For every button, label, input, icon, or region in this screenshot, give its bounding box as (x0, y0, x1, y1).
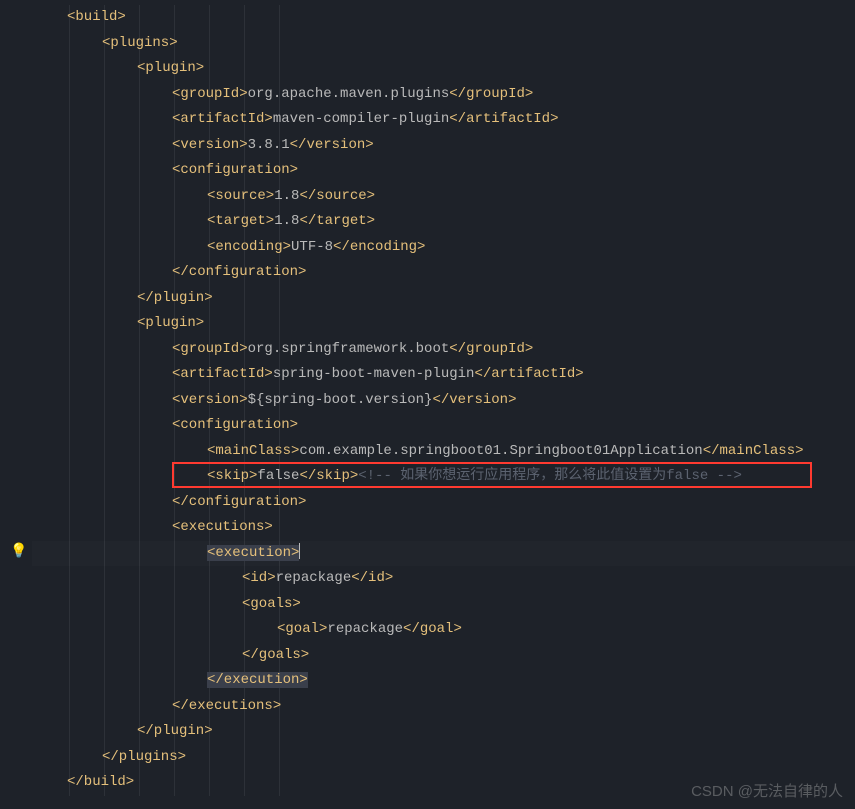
xml-tag: </mainClass> (703, 443, 804, 459)
xml-tag: <build> (67, 9, 126, 25)
xml-tag: </version> (432, 392, 516, 408)
text-cursor (299, 543, 300, 559)
xml-tag: <target> (207, 213, 274, 229)
xml-tag: <mainClass> (207, 443, 299, 459)
code-line[interactable]: <plugin> (32, 311, 855, 337)
xml-text: repackage (327, 621, 403, 637)
xml-tag: </build> (67, 774, 134, 790)
xml-tag: <goal> (277, 621, 327, 637)
xml-tag: <source> (207, 188, 274, 204)
xml-text: 3.8.1 (248, 137, 290, 153)
code-line[interactable]: <version>3.8.1</version> (32, 133, 855, 159)
xml-tag: </groupId> (449, 86, 533, 102)
code-line[interactable]: <version>${spring-boot.version}</version… (32, 388, 855, 414)
code-line[interactable]: </plugin> (32, 719, 855, 745)
code-line[interactable]: <mainClass>com.example.springboot01.Spri… (32, 439, 855, 465)
xml-tag: <version> (172, 137, 248, 153)
code-line[interactable]: <execution> (32, 541, 855, 567)
xml-text: org.apache.maven.plugins (248, 86, 450, 102)
xml-tag: <version> (172, 392, 248, 408)
code-line[interactable]: <artifactId>maven-compiler-plugin</artif… (32, 107, 855, 133)
xml-tag: </plugin> (137, 290, 213, 306)
code-line[interactable]: <build> (32, 5, 855, 31)
code-line[interactable]: <groupId>org.apache.maven.plugins</group… (32, 82, 855, 108)
xml-text: false (257, 468, 299, 484)
xml-tag: <skip> (207, 468, 257, 484)
code-line[interactable]: <groupId>org.springframework.boot</group… (32, 337, 855, 363)
xml-tag: </execution> (207, 672, 308, 688)
code-line[interactable]: </execution> (32, 668, 855, 694)
xml-tag: </plugin> (137, 723, 213, 739)
xml-tag: </configuration> (172, 264, 306, 280)
xml-tag: </plugins> (102, 749, 186, 765)
xml-tag: </id> (351, 570, 393, 586)
xml-tag: </configuration> (172, 494, 306, 510)
code-line[interactable]: <source>1.8</source> (32, 184, 855, 210)
code-line[interactable]: </goals> (32, 643, 855, 669)
code-line[interactable]: <executions> (32, 515, 855, 541)
code-line[interactable]: <id>repackage</id> (32, 566, 855, 592)
xml-tag: <groupId> (172, 86, 248, 102)
xml-tag: <configuration> (172, 417, 298, 433)
code-line[interactable]: </plugin> (32, 286, 855, 312)
code-line[interactable]: <encoding>UTF-8</encoding> (32, 235, 855, 261)
xml-tag: <id> (242, 570, 276, 586)
xml-text: maven-compiler-plugin (273, 111, 449, 127)
xml-tag: </source> (299, 188, 375, 204)
xml-text: 1.8 (274, 213, 299, 229)
code-editor[interactable]: <build><plugins><plugin><groupId>org.apa… (0, 0, 855, 796)
xml-text: com.example.springboot01.Springboot01App… (299, 443, 702, 459)
code-line[interactable]: <configuration> (32, 158, 855, 184)
xml-tag: </skip> (299, 468, 358, 484)
xml-text: spring-boot-maven-plugin (273, 366, 475, 382)
xml-tag: <configuration> (172, 162, 298, 178)
code-line[interactable]: <goals> (32, 592, 855, 618)
code-line[interactable]: <plugin> (32, 56, 855, 82)
code-line[interactable]: </plugins> (32, 745, 855, 771)
xml-tag: </encoding> (333, 239, 425, 255)
code-line[interactable]: <plugins> (32, 31, 855, 57)
xml-tag: <goals> (242, 596, 301, 612)
lightbulb-icon[interactable]: 💡 (10, 540, 27, 566)
code-line[interactable]: <target>1.8</target> (32, 209, 855, 235)
xml-tag: <encoding> (207, 239, 291, 255)
code-line[interactable]: <artifactId>spring-boot-maven-plugin</ar… (32, 362, 855, 388)
code-line[interactable]: </configuration> (32, 260, 855, 286)
xml-tag: <artifactId> (172, 366, 273, 382)
xml-tag: <execution> (207, 545, 299, 561)
xml-tag: <plugin> (137, 60, 204, 76)
xml-tag: </artifactId> (449, 111, 558, 127)
xml-tag: </artifactId> (474, 366, 583, 382)
xml-text: org.springframework.boot (248, 341, 450, 357)
xml-tag: </goals> (242, 647, 309, 663)
xml-text: repackage (276, 570, 352, 586)
xml-tag: </executions> (172, 698, 281, 714)
xml-tag: <plugins> (102, 35, 178, 51)
xml-tag: <groupId> (172, 341, 248, 357)
xml-tag: </goal> (403, 621, 462, 637)
code-line[interactable]: <configuration> (32, 413, 855, 439)
code-line[interactable]: </executions> (32, 694, 855, 720)
xml-text: ${spring-boot.version} (248, 392, 433, 408)
code-line[interactable]: </build> (32, 770, 855, 796)
xml-tag: </target> (299, 213, 375, 229)
xml-text: UTF-8 (291, 239, 333, 255)
xml-tag: <executions> (172, 519, 273, 535)
code-line[interactable]: </configuration> (32, 490, 855, 516)
code-line[interactable]: <goal>repackage</goal> (32, 617, 855, 643)
xml-tag: </groupId> (449, 341, 533, 357)
xml-comment: <!-- 如果你想运行应用程序，那么将此值设置为false --> (358, 468, 742, 484)
xml-tag: <plugin> (137, 315, 204, 331)
xml-tag: </version> (290, 137, 374, 153)
code-line[interactable]: <skip>false</skip><!-- 如果你想运行应用程序，那么将此值设… (32, 464, 855, 490)
xml-tag: <artifactId> (172, 111, 273, 127)
xml-text: 1.8 (274, 188, 299, 204)
